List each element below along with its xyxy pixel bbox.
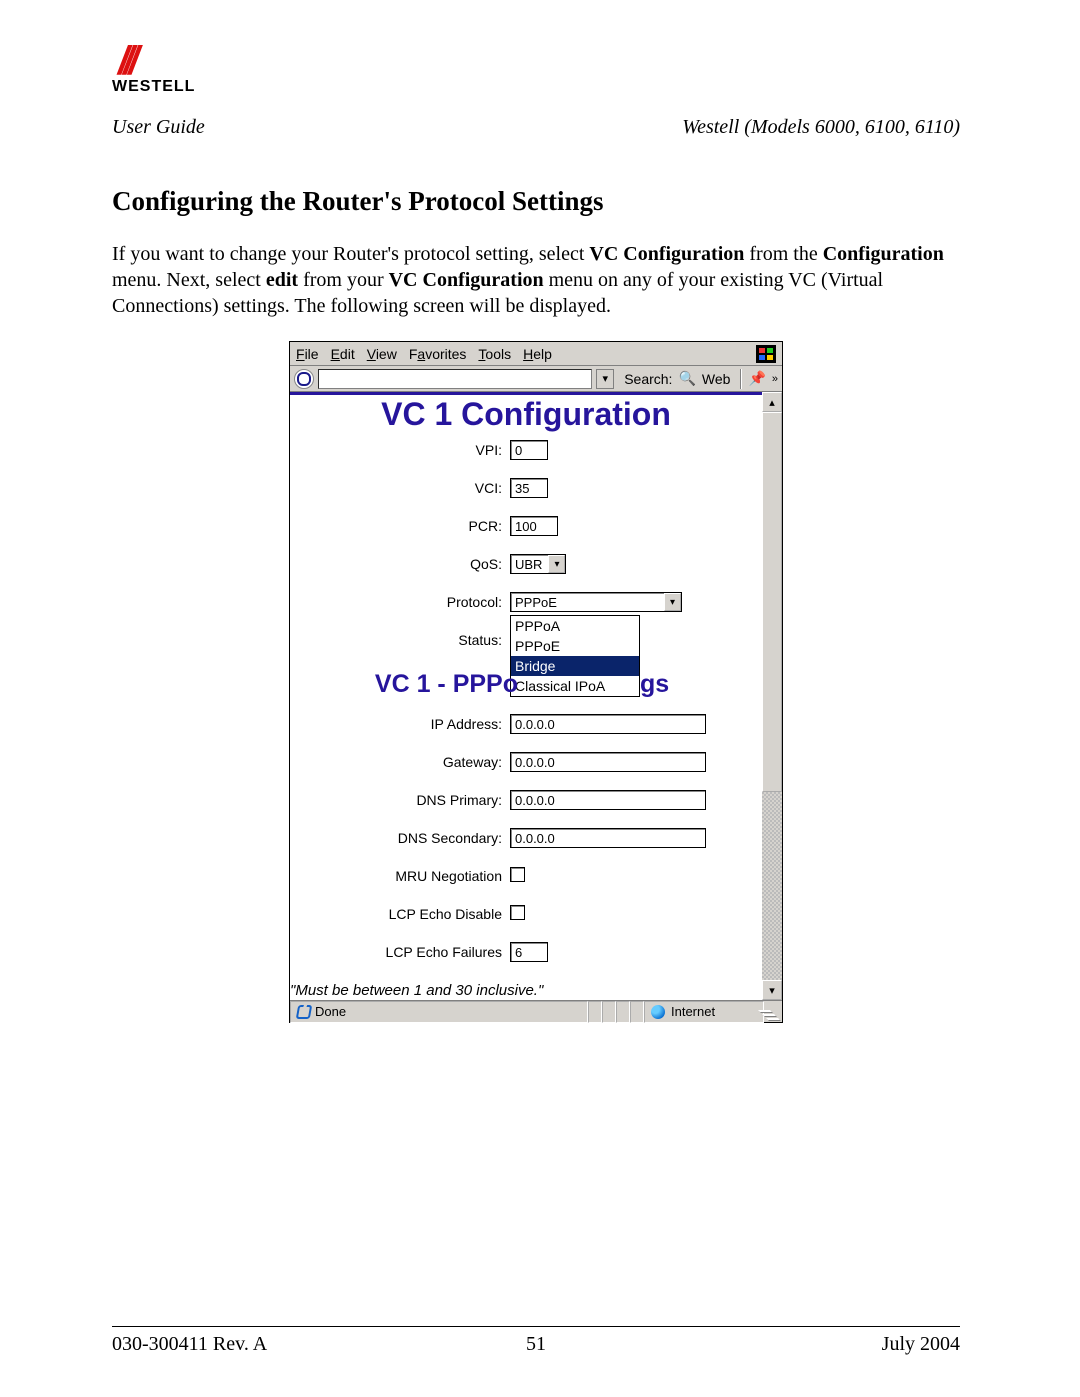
westell-logo: /// WESTELL [112, 46, 195, 96]
dns2-label: DNS Secondary: [290, 819, 510, 857]
windows-flag-icon [756, 345, 776, 363]
menu-tools[interactable]: Tools [478, 346, 511, 362]
ip-input[interactable] [510, 714, 706, 734]
menu-bar: File Edit View Favorites Tools Help [290, 342, 782, 366]
qos-select[interactable]: UBR ▾ [510, 554, 566, 574]
ip-label: IP Address: [290, 705, 510, 743]
dns2-input[interactable] [510, 828, 706, 848]
status-text: Done [315, 1004, 346, 1019]
logo-mark-icon: /// [118, 46, 195, 76]
ie-page-icon [297, 1005, 311, 1019]
vpi-input[interactable] [510, 440, 548, 460]
qos-value: UBR [511, 557, 548, 572]
lcpf-input[interactable] [510, 942, 548, 962]
pcr-input[interactable] [510, 516, 558, 536]
lcpd-checkbox[interactable] [510, 905, 525, 920]
pcr-label: PCR: [290, 507, 510, 545]
search-icon[interactable]: 🔍 [678, 370, 695, 387]
search-label: Search: [624, 371, 672, 387]
gateway-input[interactable] [510, 752, 706, 772]
protocol-select[interactable]: PPPoE ▾ [510, 592, 682, 612]
menu-favorites[interactable]: Favorites [409, 346, 467, 362]
pin-icon[interactable]: 📌 [748, 370, 765, 387]
address-input[interactable] [318, 369, 592, 389]
resize-grip-icon [764, 1001, 782, 1023]
toolbar-divider [740, 369, 742, 389]
page-title: VC 1 Configuration [290, 392, 762, 431]
toolbar-more[interactable]: » [772, 373, 778, 385]
section-title: Configuring the Router's Protocol Settin… [112, 186, 960, 217]
vci-input[interactable] [510, 478, 548, 498]
internet-zone-icon [651, 1005, 665, 1019]
intro-paragraph: If you want to change your Router's prot… [112, 241, 960, 319]
header-guide-label: User Guide [112, 116, 205, 139]
lcpf-label: LCP Echo Failures [290, 933, 510, 971]
scroll-down-button[interactable]: ▾ [762, 980, 782, 1000]
protocol-option[interactable]: PPPoA [511, 616, 639, 636]
protocol-label: Protocol: [290, 583, 510, 621]
menu-file[interactable]: File [296, 346, 319, 362]
footer-page: 51 [395, 1333, 678, 1356]
address-toolbar: Search: 🔍 Web 📌 » [290, 366, 782, 392]
dns1-label: DNS Primary: [290, 781, 510, 819]
vci-label: VCI: [290, 469, 510, 507]
mru-checkbox[interactable] [510, 867, 525, 882]
vertical-scrollbar[interactable]: ▴ ▾ [762, 392, 782, 1000]
protocol-option[interactable]: PPPoE [511, 636, 639, 656]
gateway-label: Gateway: [290, 743, 510, 781]
browser-window: File Edit View Favorites Tools Help Sear… [289, 341, 783, 1023]
menu-view[interactable]: View [367, 346, 397, 362]
scroll-up-button[interactable]: ▴ [762, 392, 782, 412]
chevron-down-icon: ▾ [548, 555, 565, 573]
chevron-down-icon: ▾ [664, 593, 681, 611]
menu-edit[interactable]: Edit [331, 346, 355, 362]
lcpd-label: LCP Echo Disable [290, 895, 510, 933]
menu-help[interactable]: Help [523, 346, 552, 362]
footer-date: July 2004 [677, 1333, 960, 1356]
subsection-title-right: gs [640, 670, 669, 699]
scroll-thumb[interactable] [762, 412, 782, 792]
mru-label: MRU Negotiation [290, 857, 510, 895]
status-label: Status: [290, 621, 510, 659]
search-web-label[interactable]: Web [702, 371, 731, 387]
qos-label: QoS: [290, 545, 510, 583]
nav-stop-icon[interactable] [294, 369, 314, 389]
logo-text: WESTELL [112, 78, 195, 96]
subsection-title-left: VC 1 - PPPo [375, 670, 518, 699]
dns1-input[interactable] [510, 790, 706, 810]
hint-text: "Must be between 1 and 30 inclusive." [290, 971, 762, 1000]
status-bar: Done Internet [290, 1000, 782, 1022]
address-dropdown-button[interactable] [596, 369, 614, 389]
header-model-label: Westell (Models 6000, 6100, 6110) [682, 116, 960, 139]
protocol-value: PPPoE [511, 595, 563, 610]
footer-rev: 030-300411 Rev. A [112, 1333, 395, 1356]
vpi-label: VPI: [290, 431, 510, 469]
status-zone: Internet [671, 1004, 715, 1019]
